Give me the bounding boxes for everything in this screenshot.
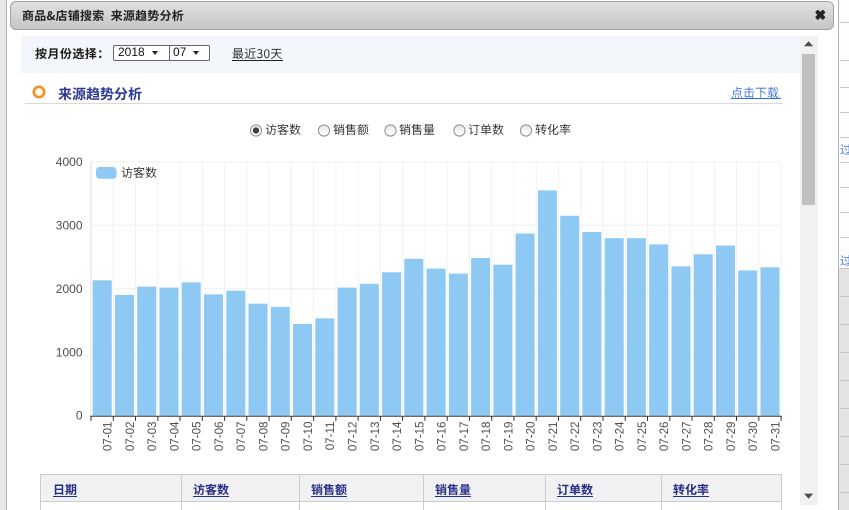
svg-text:07-06: 07-06 [213, 422, 226, 452]
svg-text:1000: 1000 [56, 345, 83, 359]
svg-text:07-24: 07-24 [614, 421, 627, 451]
svg-text:07-07: 07-07 [235, 422, 248, 452]
svg-text:07-31: 07-31 [769, 422, 782, 452]
svg-text:07-08: 07-08 [258, 422, 271, 452]
svg-text:3000: 3000 [56, 219, 83, 233]
svg-text:07-25: 07-25 [636, 422, 649, 452]
svg-text:07-03: 07-03 [146, 422, 159, 452]
svg-text:07-19: 07-19 [502, 422, 515, 452]
svg-text:07-11: 07-11 [324, 422, 337, 451]
svg-text:07-13: 07-13 [369, 422, 382, 452]
svg-text:07-16: 07-16 [436, 422, 449, 452]
svg-text:0: 0 [76, 409, 83, 423]
svg-text:07-27: 07-27 [680, 422, 693, 452]
svg-text:07-21: 07-21 [547, 422, 560, 452]
svg-text:07-14: 07-14 [391, 421, 404, 451]
svg-text:07-09: 07-09 [280, 422, 293, 452]
svg-text:4000: 4000 [56, 155, 83, 169]
svg-text:07-05: 07-05 [191, 422, 204, 452]
svg-text:07-28: 07-28 [703, 422, 716, 452]
svg-text:07-30: 07-30 [747, 422, 760, 452]
svg-text:07-01: 07-01 [102, 422, 115, 452]
svg-text:07-12: 07-12 [347, 422, 360, 452]
svg-text:07-15: 07-15 [413, 422, 426, 452]
svg-text:2000: 2000 [56, 282, 83, 296]
svg-text:07-02: 07-02 [124, 422, 137, 452]
svg-text:07-18: 07-18 [480, 421, 493, 451]
svg-text:07-17: 07-17 [458, 422, 471, 452]
svg-text:07-20: 07-20 [525, 422, 538, 452]
svg-text:07-26: 07-26 [658, 422, 671, 452]
svg-text:07-22: 07-22 [569, 422, 582, 452]
svg-text:07-10: 07-10 [302, 422, 315, 452]
svg-text:07-04: 07-04 [168, 421, 181, 451]
svg-text:07-29: 07-29 [725, 422, 738, 452]
svg-text:07-23: 07-23 [591, 422, 604, 452]
